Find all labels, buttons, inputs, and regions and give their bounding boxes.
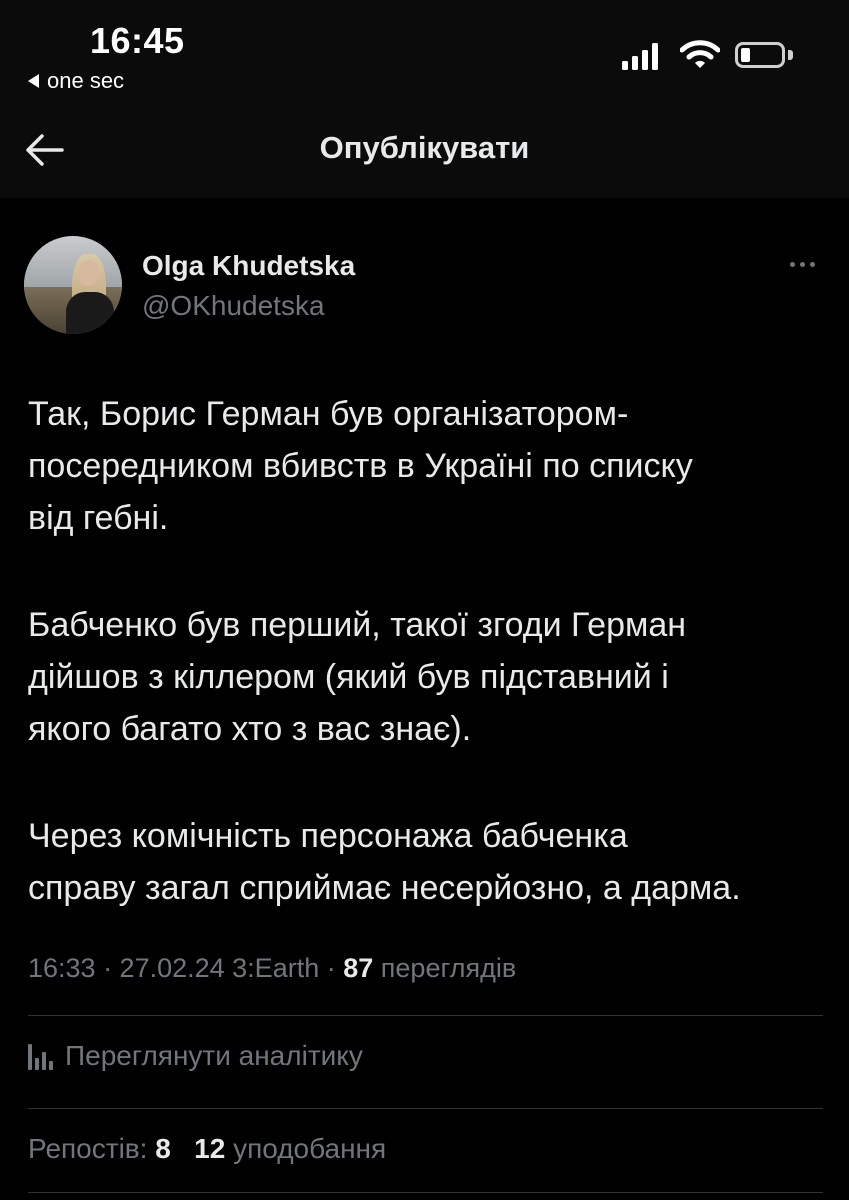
avatar[interactable] [24,236,122,334]
divider [28,1192,823,1193]
tweet-meta: 16:33 · 27.02.24 3:Earth · 87 переглядів [28,953,516,984]
reposts-count[interactable]: 8 [155,1133,171,1164]
tweet-paragraph: Так, Борис Герман був організатором- пос… [28,395,693,537]
page-title: Опублікувати [319,130,530,165]
view-analytics-button[interactable]: Переглянути аналітику [28,1040,363,1072]
analytics-label: Переглянути аналітику [65,1040,363,1071]
cellular-signal-icon [622,42,658,70]
tweet-paragraph: Через комічність персонажа бабченка спра… [28,817,741,907]
analytics-icon [28,1042,53,1070]
tweet-paragraph: Бабченко був перший, такої згоди Герман … [28,606,687,748]
back-triangle-icon [28,74,39,88]
status-time: 16:45 [90,20,185,61]
battery-level [741,48,750,62]
views-label: переглядів [380,953,517,983]
tweet-timestamp: 16:33 · 27.02.24 3:Earth · [28,953,336,983]
battery-icon [735,42,785,68]
back-to-app-button[interactable]: one sec [28,68,124,94]
likes-count[interactable]: 12 [194,1133,225,1164]
tweet-text: Так, Борис Герман був організатором- пос… [28,388,828,969]
reposts-label[interactable]: Репостів: [28,1133,147,1164]
battery-tip [788,50,793,60]
author-handle[interactable]: @OKhudetska [142,290,325,322]
likes-label[interactable]: уподобання [233,1133,386,1164]
wifi-icon [680,40,720,68]
views-count: 87 [343,953,374,983]
tweet-stats: Репостів: 8 12 уподобання [28,1133,386,1165]
author-name[interactable]: Olga Khudetska [142,250,355,282]
back-app-label: one sec [47,68,125,93]
divider [28,1015,823,1016]
divider [28,1108,823,1109]
more-options-icon[interactable] [790,262,815,267]
